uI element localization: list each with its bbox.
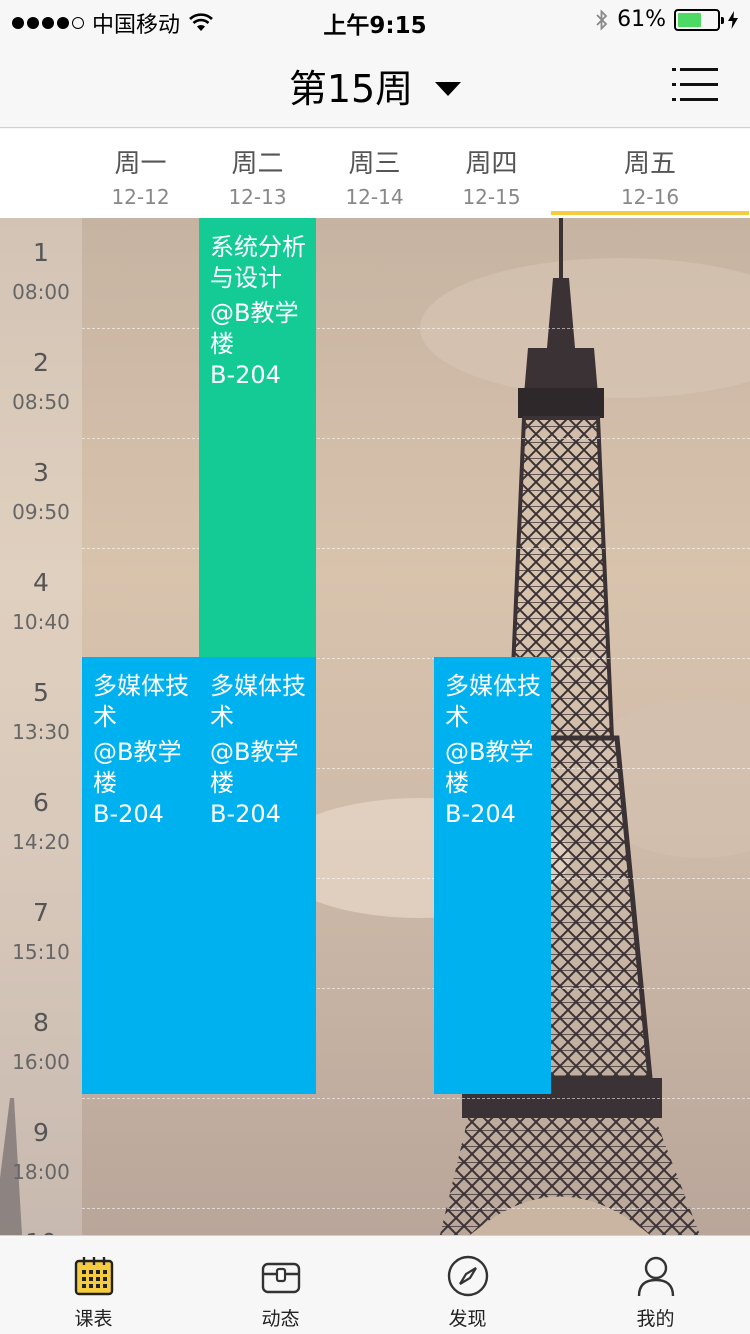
period-slot: 9 18:00 bbox=[0, 1098, 82, 1208]
day-date: 12-12 bbox=[111, 185, 170, 209]
tab-activity[interactable]: 动态 bbox=[187, 1236, 374, 1334]
period-slot: 10 bbox=[0, 1208, 82, 1235]
period-time: 15:10 bbox=[12, 940, 70, 964]
period-slot: 6 14:20 bbox=[0, 768, 82, 878]
grid-divider bbox=[82, 548, 750, 549]
period-time: 18:00 bbox=[12, 1160, 70, 1184]
day-name: 周二 bbox=[231, 149, 284, 179]
period-number: 10 bbox=[0, 1228, 82, 1235]
day-date: 12-16 bbox=[620, 185, 680, 209]
course-card[interactable]: 系统分析与设计 @B教学楼 B-204 bbox=[199, 218, 316, 657]
day-header: 周一 12-12 周二 12-13 周三 12-14 周四 12-15 周五 1… bbox=[0, 129, 750, 218]
course-location: @B教学楼 bbox=[210, 299, 299, 358]
day-column-header[interactable]: 周二 12-13 bbox=[199, 129, 316, 218]
grid-divider bbox=[82, 1208, 750, 1209]
course-location: @B教学楼 bbox=[93, 738, 182, 797]
battery-percent: 61% bbox=[617, 7, 666, 32]
day-date: 12-13 bbox=[228, 185, 287, 209]
day-date: 12-15 bbox=[462, 185, 521, 209]
period-number: 9 bbox=[33, 1118, 49, 1147]
nav-bar: 第15周 bbox=[0, 40, 750, 128]
compass-icon bbox=[447, 1255, 488, 1297]
period-time: 13:30 bbox=[12, 720, 70, 744]
tab-schedule[interactable]: 课表 bbox=[0, 1236, 187, 1334]
tab-discover[interactable]: 发现 bbox=[374, 1236, 561, 1334]
period-time: 08:50 bbox=[12, 390, 70, 414]
week-title: 第15周 bbox=[288, 67, 414, 111]
day-name: 周五 bbox=[623, 149, 676, 179]
course-card[interactable]: 多媒体技术 @B教学楼 B-204 bbox=[82, 657, 199, 1094]
period-slot: 7 15:10 bbox=[0, 878, 82, 988]
course-name: 多媒体技术 bbox=[93, 672, 189, 731]
course-location: @B教学楼 bbox=[445, 738, 534, 797]
course-name: 系统分析与设计 bbox=[210, 233, 306, 292]
day-date: 12-14 bbox=[345, 185, 404, 209]
day-column-header[interactable]: 周四 12-15 bbox=[433, 129, 550, 218]
tab-bar: 课表 动态 发现 我的 bbox=[0, 1235, 750, 1334]
tab-label: 我的 bbox=[636, 1308, 675, 1330]
day-column-header-active[interactable]: 周五 12-16 bbox=[551, 129, 749, 218]
period-number: 5 bbox=[33, 678, 49, 707]
course-room: B-204 bbox=[445, 800, 516, 828]
period-time: 14:20 bbox=[12, 830, 70, 854]
person-icon bbox=[637, 1256, 674, 1297]
tab-label: 动态 bbox=[261, 1308, 300, 1330]
period-slot: 2 08:50 bbox=[0, 328, 82, 438]
bluetooth-icon bbox=[596, 8, 608, 31]
course-name: 多媒体技术 bbox=[445, 672, 541, 731]
period-slot: 3 09:50 bbox=[0, 438, 82, 548]
course-room: B-204 bbox=[210, 361, 281, 389]
period-slot: 8 16:00 bbox=[0, 988, 82, 1098]
course-location: @B教学楼 bbox=[210, 738, 299, 797]
calendar-icon bbox=[74, 1257, 113, 1296]
period-number: 1 bbox=[33, 238, 49, 267]
charging-icon bbox=[728, 10, 738, 29]
day-column-header[interactable]: 周一 12-12 bbox=[82, 129, 199, 218]
period-number: 7 bbox=[33, 898, 49, 927]
period-slot: 5 13:30 bbox=[0, 658, 82, 768]
course-name: 多媒体技术 bbox=[210, 672, 306, 731]
grid-divider bbox=[82, 328, 750, 329]
period-number: 8 bbox=[33, 1008, 49, 1037]
period-number: 4 bbox=[33, 568, 49, 597]
grid-divider bbox=[82, 438, 750, 439]
period-number: 6 bbox=[33, 788, 49, 817]
status-right: 61% bbox=[595, 7, 738, 32]
tab-label: 发现 bbox=[448, 1308, 487, 1330]
period-number: 3 bbox=[33, 458, 49, 487]
period-time: 08:00 bbox=[12, 280, 70, 304]
week-selector[interactable]: 第15周 bbox=[0, 58, 750, 113]
day-name: 周三 bbox=[348, 149, 401, 179]
period-slot: 4 10:40 bbox=[0, 548, 82, 658]
status-bar: 中国移动 上午9:15 61% bbox=[0, 0, 750, 40]
day-name: 周一 bbox=[114, 149, 167, 179]
period-number: 2 bbox=[33, 348, 49, 377]
tab-profile[interactable]: 我的 bbox=[561, 1236, 750, 1334]
period-time: 10:40 bbox=[12, 610, 70, 634]
menu-list-button[interactable] bbox=[672, 68, 718, 102]
course-room: B-204 bbox=[210, 800, 281, 828]
period-time: 16:00 bbox=[12, 1050, 70, 1074]
period-time: 09:50 bbox=[12, 500, 70, 524]
caret-down-icon bbox=[435, 81, 462, 96]
period-slot: 1 08:00 bbox=[0, 218, 82, 328]
course-room: B-204 bbox=[93, 800, 164, 828]
grid-divider bbox=[82, 1098, 750, 1099]
chest-icon bbox=[261, 1262, 300, 1294]
day-column-header[interactable]: 周三 12-14 bbox=[316, 129, 433, 218]
battery-icon bbox=[674, 8, 724, 31]
tab-label: 课表 bbox=[74, 1308, 113, 1330]
timetable-grid[interactable]: 1 08:00 2 08:50 3 09:50 4 10:40 5 13:30 6 14:2… bbox=[0, 218, 750, 1235]
course-card[interactable]: 多媒体技术 @B教学楼 B-204 bbox=[199, 657, 316, 1094]
day-name: 周四 bbox=[465, 149, 518, 179]
course-card[interactable]: 多媒体技术 @B教学楼 B-204 bbox=[434, 657, 551, 1094]
